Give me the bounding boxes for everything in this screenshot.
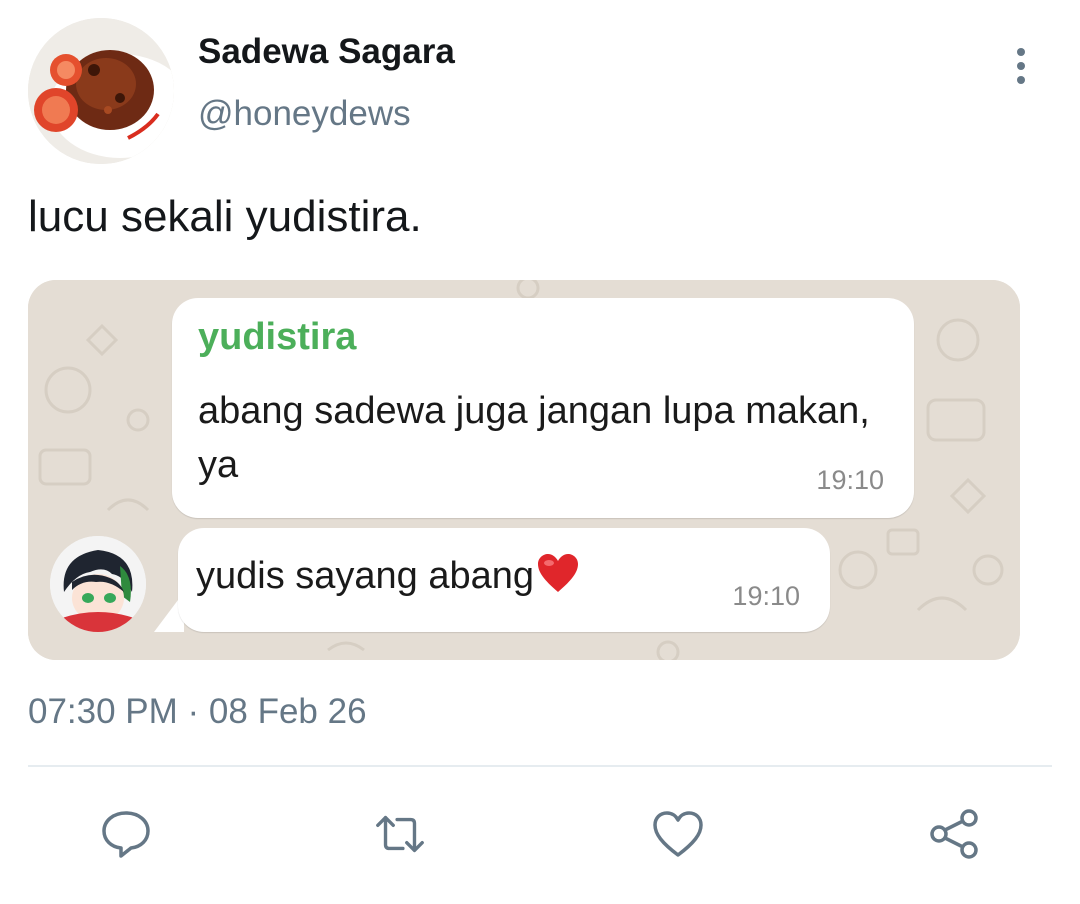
share-icon (930, 809, 978, 859)
tweet-media-image[interactable]: yudistira abang sadewa juga jangan lupa … (28, 280, 1020, 660)
chat-contact-avatar (50, 536, 146, 632)
chat-message-bubble: yudis sayang abang 19:10 (178, 528, 830, 632)
more-options-button[interactable] (1000, 42, 1042, 90)
divider (28, 765, 1052, 767)
chat-message-text: abang sadewa juga jangan lupa makan, ya (198, 390, 870, 486)
share-button[interactable] (926, 806, 982, 862)
retweet-icon (376, 815, 424, 853)
reply-icon (102, 811, 150, 858)
chat-message-bubble: yudistira abang sadewa juga jangan lupa … (172, 298, 914, 518)
retweet-button[interactable] (372, 806, 428, 862)
reply-button[interactable] (98, 806, 154, 862)
chat-message-time: 19:10 (816, 465, 884, 495)
more-vertical-icon (1017, 48, 1025, 56)
red-heart-icon (536, 552, 580, 604)
chat-message-time: 19:10 (732, 581, 800, 611)
profile-avatar[interactable] (28, 18, 174, 164)
user-handle[interactable]: @honeydews (198, 94, 411, 134)
heart-icon (653, 811, 703, 857)
tweet-timestamp[interactable]: 07:30 PM · 08 Feb 26 (28, 692, 367, 732)
chat-sender-name: yudistira (198, 316, 357, 358)
chat-message-text: yudis sayang abang (196, 555, 535, 597)
display-name[interactable]: Sadewa Sagara (198, 32, 455, 72)
tweet-text: lucu sekali yudistira. (28, 192, 422, 241)
chat-message-text-line: yudis sayang abang (196, 552, 580, 604)
tweet: Sadewa Sagara @honeydews lucu sekali yud… (0, 0, 1080, 904)
like-button[interactable] (650, 806, 706, 862)
